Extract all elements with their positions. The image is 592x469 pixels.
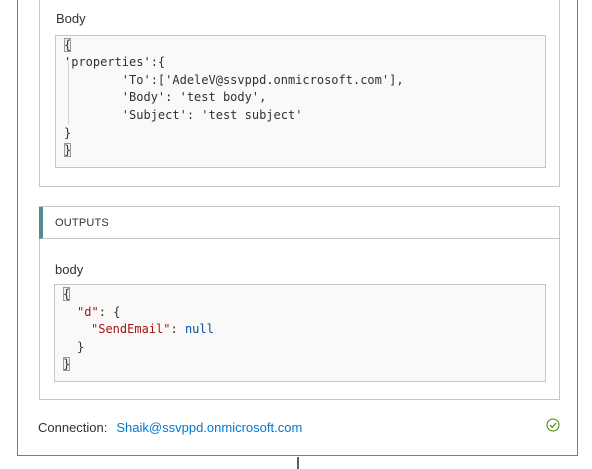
out-d-sep: : {: [98, 305, 121, 319]
success-check-icon: [546, 418, 560, 432]
out-inner-close: }: [77, 340, 85, 354]
flow-connector: [297, 457, 299, 469]
out-d-key: "d": [77, 305, 99, 319]
outputs-header[interactable]: OUTPUTS: [39, 207, 559, 239]
code-line-body: 'Body': 'test body',: [64, 90, 267, 104]
code-open-brace: {: [64, 38, 72, 52]
out-line-d: "d": {: [77, 304, 120, 321]
code-line-properties: 'properties':{: [64, 55, 166, 69]
code-line-to: 'To':['AdeleV@ssvppd.onmicrosoft.com'],: [64, 73, 404, 87]
connection-label: Connection:: [38, 420, 108, 435]
code-close-brace: }: [64, 143, 72, 157]
code-line-inner-close: }: [64, 126, 72, 140]
out-sendemail-value: null: [184, 322, 214, 336]
out-line-sendemail: "SendEmail": null: [91, 321, 214, 338]
out-sendemail-key: "SendEmail": [91, 322, 171, 336]
connection-link[interactable]: Shaik@ssvppd.onmicrosoft.com: [116, 420, 302, 435]
action-card: Body { 'properties':{ 'To':['AdeleV@ssvp…: [17, 0, 578, 456]
out-close-brace: }: [63, 357, 71, 371]
outputs-body-label: body: [55, 262, 84, 277]
outputs-body-code[interactable]: { "d": { "SendEmail": null } }: [54, 284, 546, 382]
code-line-subject: 'Subject': 'test subject': [64, 108, 303, 122]
out-open-brace: {: [63, 287, 71, 301]
inputs-body-label: Body: [56, 11, 86, 26]
out-sendemail-sep: :: [170, 322, 185, 336]
inputs-section: Body { 'properties':{ 'To':['AdeleV@ssvp…: [39, 0, 560, 187]
inputs-body-code[interactable]: { 'properties':{ 'To':['AdeleV@ssvppd.on…: [55, 35, 546, 168]
outputs-section: OUTPUTS body { "d": { "SendEmail": null …: [39, 206, 560, 400]
connection-row: Connection: Shaik@ssvppd.onmicrosoft.com: [38, 420, 302, 435]
